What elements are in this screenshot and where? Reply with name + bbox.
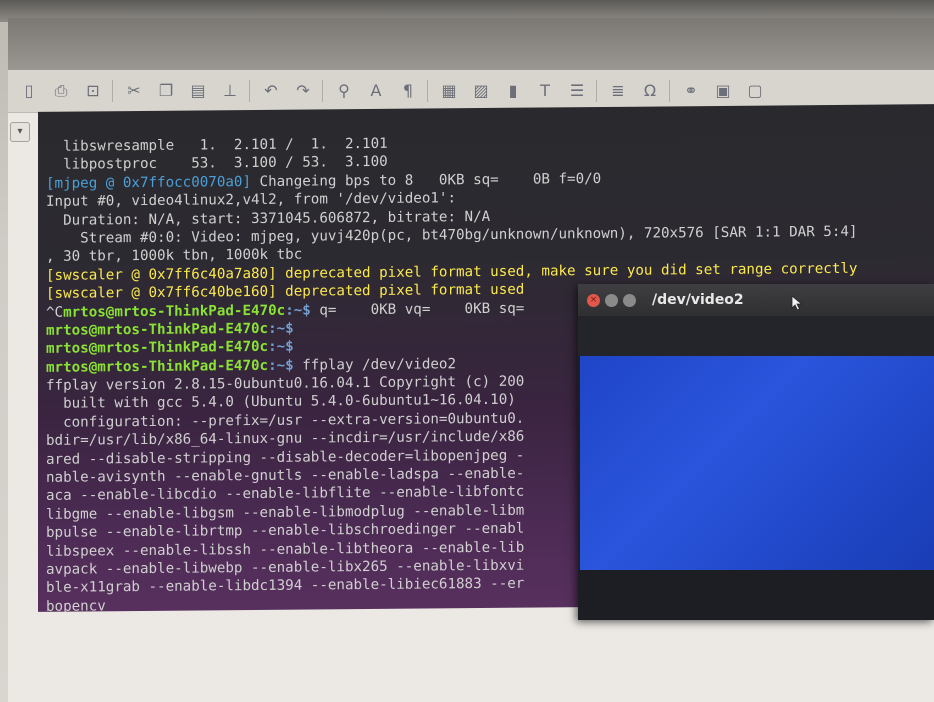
prompt-path: :~$ xyxy=(285,302,311,319)
video-area-top xyxy=(578,316,934,356)
maximize-icon[interactable] xyxy=(623,293,636,307)
toolbar-separator xyxy=(112,80,113,102)
close-icon[interactable]: × xyxy=(587,293,600,307)
log-tag: [mjpeg @ 0x7ffocc0070a0] xyxy=(46,173,251,192)
find-icon[interactable]: ⚲ xyxy=(333,80,355,102)
toolbar-separator xyxy=(596,80,597,102)
video-titlebar[interactable]: × /dev/video2 xyxy=(578,284,934,316)
textbox-icon[interactable]: T xyxy=(534,80,556,102)
terminal-text: bdir=/usr/lib/x86_64-linux-gnu --incdir=… xyxy=(46,428,525,450)
video-frame xyxy=(580,356,934,570)
toolbar-separator xyxy=(669,80,670,102)
cut-icon[interactable]: ✂ xyxy=(123,80,145,102)
print-icon[interactable]: ⎙ xyxy=(50,80,72,102)
terminal-text: libswresample 1. 2.101 / 1. 2.101 xyxy=(46,135,388,155)
prompt-path: :~$ xyxy=(268,338,294,356)
spelling-icon[interactable]: A xyxy=(365,80,387,102)
terminal-text: bopencv xyxy=(46,598,106,612)
terminal-text: Changeing bps to 8 0KB sq= 0B f=0/0 xyxy=(251,170,602,190)
table-icon[interactable]: ▦ xyxy=(438,80,460,102)
chevron-down-icon[interactable]: ▾ xyxy=(10,122,30,142)
prompt-user: mrtos@mrtos-ThinkPad-E470c xyxy=(46,339,269,358)
office-titlebar xyxy=(8,18,934,70)
command-text: ffplay /dev/video2 xyxy=(293,355,457,374)
chart-icon[interactable]: ▮ xyxy=(502,80,524,102)
hyperlink-icon[interactable]: ⚭ xyxy=(680,80,702,102)
copy-icon[interactable]: ❐ xyxy=(155,80,177,102)
footnote-icon[interactable]: ▣ xyxy=(712,80,734,102)
terminal-text: built with gcc 5.4.0 (Ubuntu 5.4.0-6ubun… xyxy=(46,392,516,413)
prompt-user: mrtos@mrtos-ThinkPad-E470c xyxy=(46,320,269,339)
prompt-path: :~$ xyxy=(268,320,294,337)
toolbar-separator xyxy=(322,80,323,102)
terminal-text: aca --enable-libcdio --enable-libflite -… xyxy=(46,484,525,505)
clone-icon[interactable]: ⊥ xyxy=(219,80,241,102)
prompt-user: mrtos@mrtos-ThinkPad-E470c xyxy=(63,302,286,321)
terminal-text: bpulse --enable-librtmp --enable-libschr… xyxy=(46,520,525,542)
prompt-path: :~$ xyxy=(268,357,294,374)
print-preview-icon[interactable]: ⊡ xyxy=(82,80,104,102)
control-char: ^C xyxy=(46,304,64,321)
photo-frame: ▯ ⎙ ⊡ ✂ ❐ ▤ ⊥ ↶ ↷ ⚲ A ¶ ▦ ▨ ▮ T ☰ ≣ Ω ⚭ ▣ ▢ ▾ libswresample 1… xyxy=(0,0,934,702)
prompt-user: mrtos@mrtos-ThinkPad-E470c xyxy=(46,357,269,376)
terminal-text: Input #0, video4linux2,v4l2, from '/dev/… xyxy=(46,190,456,211)
terminal-text: Duration: N/A, start: 3371045.606872, bi… xyxy=(46,208,491,229)
terminal-text: , 30 tbr, 1000k tbn, 1000k tbc xyxy=(46,246,303,266)
formatting-marks-icon[interactable]: ¶ xyxy=(397,80,419,102)
log-tag: [swscaler @ 0x7ff6c40a7a80] xyxy=(46,265,277,284)
toolbar-separator xyxy=(427,80,428,102)
terminal-text: libpostproc 53. 3.100 / 53. 3.100 xyxy=(46,154,388,174)
header-icon[interactable]: ☰ xyxy=(566,80,588,102)
video-area-bottom xyxy=(578,570,934,620)
ffplay-video-window[interactable]: × /dev/video2 xyxy=(578,284,934,620)
field-icon[interactable]: ≣ xyxy=(607,80,629,102)
document-page xyxy=(8,618,934,702)
video-window-title: /dev/video2 xyxy=(652,292,744,308)
comment-icon[interactable]: ▢ xyxy=(744,80,766,102)
page-icon[interactable]: ▯ xyxy=(18,80,40,102)
warning-text: deprecated pixel format used xyxy=(276,281,525,300)
terminal-text: ble-x11grab --enable-libdc1394 --enable-… xyxy=(46,576,525,597)
log-tag: [swscaler @ 0x7ff6c40be160] xyxy=(46,283,277,302)
image-icon[interactable]: ▨ xyxy=(470,80,492,102)
minimize-icon[interactable] xyxy=(605,293,618,307)
redo-icon[interactable]: ↷ xyxy=(292,80,314,102)
command-text: q= 0KB vq= 0KB sq= xyxy=(310,300,525,319)
toolbar-separator xyxy=(249,80,250,102)
mouse-cursor-icon xyxy=(791,295,803,311)
warning-text: deprecated pixel format used, make sure … xyxy=(276,260,858,282)
paste-icon[interactable]: ▤ xyxy=(187,80,209,102)
undo-icon[interactable]: ↶ xyxy=(260,80,282,102)
special-char-icon[interactable]: Ω xyxy=(639,80,661,102)
